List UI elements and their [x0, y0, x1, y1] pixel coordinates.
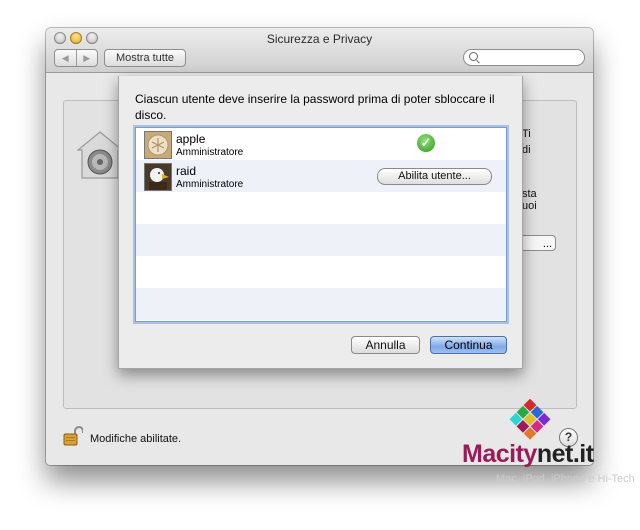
watermark-brand-part1: Macity [462, 440, 537, 468]
pane-button[interactable]: ... [520, 235, 556, 251]
watermark-tagline: Mac, iPod, iPhone e Hi-Tech [496, 473, 635, 485]
user-row-apple[interactable]: apple Amministratore ✓ [136, 128, 506, 160]
sheet-message: Ciascun utente deve inserire la password… [135, 92, 495, 122]
user-list: apple Amministratore ✓ raid Amministrato… [135, 127, 507, 322]
macitynet-cube-logo [509, 398, 551, 440]
search-field[interactable] [463, 49, 585, 66]
pane-text-fragment: Ti [522, 128, 531, 140]
empty-row [136, 192, 506, 224]
empty-row [136, 256, 506, 288]
continue-button[interactable]: Continua [430, 336, 507, 354]
user-role: Amministratore [176, 179, 244, 190]
lock-status-label: Modifiche abilitate. [90, 433, 182, 445]
pane-text-fragment: sta [522, 188, 537, 200]
enable-user-button[interactable]: Abilita utente... [377, 168, 492, 185]
user-name: raid [176, 164, 197, 178]
title-bar: Sicurezza e Privacy ◀ ▶ Mostra tutte [46, 28, 593, 73]
user-row-raid[interactable]: raid Amministratore Abilita utente... [136, 160, 506, 192]
pane-text-fragment: di [522, 144, 531, 156]
user-role: Amministratore [176, 147, 244, 158]
pane-text-fragment: uoi [522, 200, 537, 212]
unlocked-padlock-icon[interactable] [63, 426, 83, 446]
show-all-button[interactable]: Mostra tutte [104, 49, 186, 67]
back-arrow-icon[interactable]: ◀ [55, 50, 77, 66]
empty-row [136, 224, 506, 256]
eagle-avatar [144, 163, 172, 191]
user-name: apple [176, 132, 206, 146]
watermark-brand-part2: net.it [536, 440, 594, 468]
filevault-house-icon [76, 131, 124, 179]
window-title: Sicurezza e Privacy [266, 32, 373, 46]
forward-arrow-icon[interactable]: ▶ [77, 50, 98, 66]
cancel-button[interactable]: Annulla [351, 336, 420, 354]
sand-dollar-avatar [144, 131, 172, 159]
checkmark-icon: ✓ [417, 134, 435, 152]
unlock-users-sheet: Ciascun utente deve inserire la password… [118, 76, 523, 369]
watermark-brand: Macitynet.it [462, 440, 594, 469]
empty-row [136, 288, 506, 320]
search-icon [469, 52, 478, 61]
back-forward-control: ◀ ▶ [54, 49, 98, 67]
